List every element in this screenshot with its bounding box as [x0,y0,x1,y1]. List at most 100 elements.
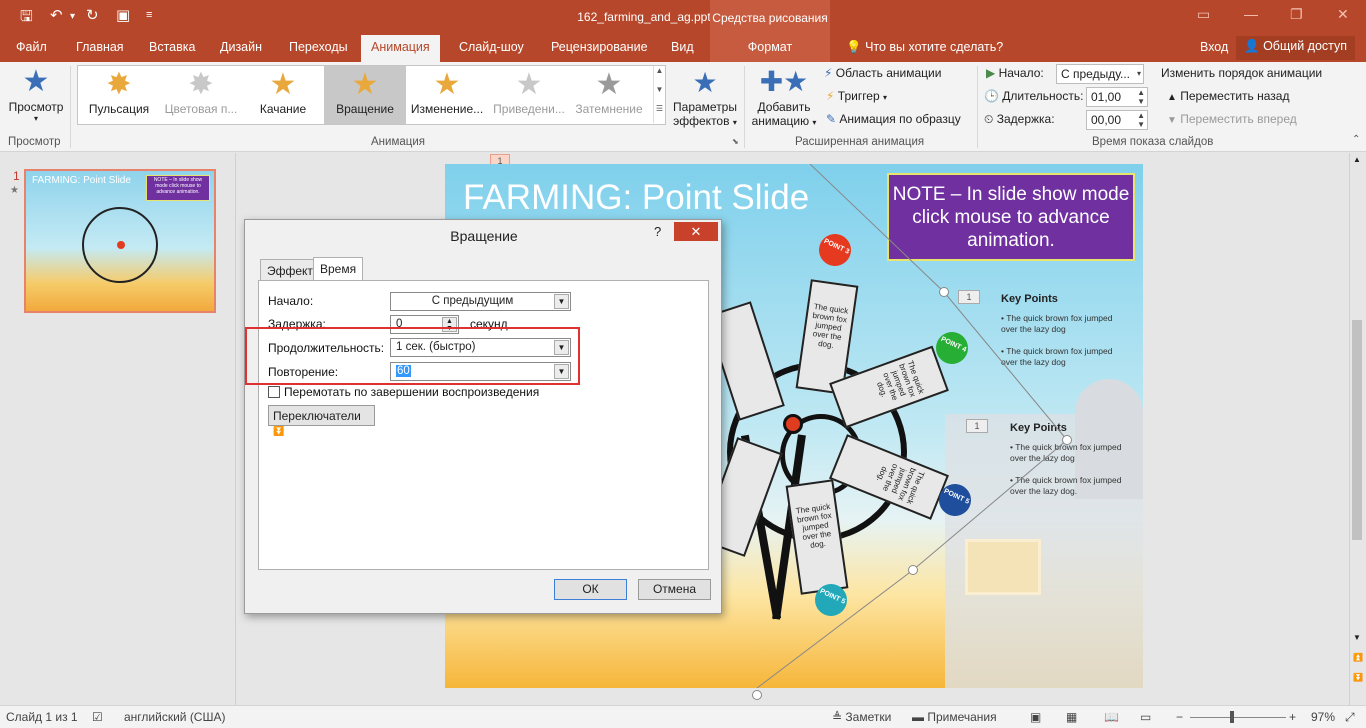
gallery-scroll-down[interactable]: ▼ [653,85,665,104]
scroll-down-icon[interactable]: ▼ [1353,633,1361,642]
reading-view-icon[interactable]: 📖 [1104,710,1119,724]
gallery-item-pulse[interactable]: ✸ Пульсация [78,66,160,124]
spell-check-icon[interactable]: ☑ [92,710,103,724]
slideshow-view-icon[interactable]: ▭ [1140,710,1151,724]
triggers-button[interactable]: Переключатели ⏬ [268,405,375,436]
gallery-label: Приведени... [493,102,565,116]
slide-thumbnail[interactable]: FARMING: Point Slide NOTE – In slide sho… [24,169,216,313]
tab-view[interactable]: Вид [671,40,694,54]
status-bar: Слайд 1 из 1 ☑ английский (США) ≜ Заметк… [0,705,1366,728]
gallery-scroll-up[interactable]: ▲ [653,66,665,85]
group-label-timing: Время показа слайдов [1092,136,1214,148]
tab-home[interactable]: Главная [76,40,124,54]
dialog-launcher-icon[interactable]: ⬊ [732,137,739,146]
divider [744,66,745,148]
duration-label: 🕒 Длительность: [984,89,1083,103]
zoom-out-icon[interactable]: − [1176,710,1183,724]
teeter-star-icon: ★ [269,68,297,101]
tab-review[interactable]: Рецензирование [551,40,648,54]
gallery-item-teeter[interactable]: ★ Качание [242,66,324,124]
cancel-button[interactable]: Отмена [638,579,711,600]
share-button[interactable]: 👤 Общий доступ [1236,36,1356,60]
animation-painter-button[interactable]: ✎ Анимация по образцу [826,112,961,126]
rewind-checkbox[interactable] [268,386,280,398]
tab-file[interactable]: Файл [16,40,47,54]
tab-animations[interactable]: Анимация [361,35,440,62]
start-select-value: С предыду... [1061,67,1131,81]
gallery-label: Качание [259,102,307,116]
double-chevron-down-icon: ⏬ [273,426,285,436]
dialog-title: Вращение [450,228,518,244]
effect-options-label: Параметры [673,100,737,114]
sign-in-link[interactable]: Вход [1200,40,1228,54]
comments-label: Примечания [927,710,997,724]
ribbon-display-icon[interactable]: ▭ [1197,6,1210,23]
divider [70,66,71,148]
tab-design[interactable]: Дизайн [220,40,262,54]
scroll-up-icon[interactable]: ▲ [1353,155,1361,164]
gallery-item-darken[interactable]: ★ Затемнение [570,66,648,124]
tab-transitions[interactable]: Переходы [289,40,348,54]
maximize-icon[interactable]: ❐ [1290,6,1303,23]
add-animation-label-2: анимацию [751,114,810,128]
tab-insert[interactable]: Вставка [149,40,195,54]
tab-effect[interactable]: Эффект [260,259,320,281]
ok-button[interactable]: ОК [554,579,627,600]
scrollbar-thumb[interactable] [1352,320,1362,540]
zoom-slider[interactable] [1190,717,1286,718]
start-select[interactable]: С предыдущим ▼ [390,292,571,311]
chevron-down-icon: ▾ [812,118,817,127]
grow-shrink-star-icon: ★ [433,68,461,101]
close-button[interactable]: ✕ [674,222,718,241]
tab-format[interactable]: Формат [710,34,830,62]
collapse-ribbon-icon[interactable]: ⌃ [1352,134,1360,145]
language[interactable]: английский (США) [124,710,225,724]
ribbon-tabs: Файл Главная Вставка Дизайн Переходы Ани… [0,34,1366,62]
close-window-icon[interactable]: ✕ [1337,6,1349,23]
minimize-icon[interactable]: — [1244,6,1258,22]
prev-slide-icon[interactable]: ⏫ [1353,653,1363,662]
animation-pane-button[interactable]: ⚡ Область анимации [824,66,941,80]
tab-slideshow[interactable]: Слайд-шоу [459,40,524,54]
title-bar: 🖫 ↶ ▾ ↻ ▣ ≡ 162_farming_and_ag.pptx - Po… [0,0,1366,34]
delay-label: ⏲ Задержка: [984,112,1055,127]
normal-view-icon[interactable]: ▣ [1030,710,1041,724]
gallery-label: Вращение [336,102,394,116]
spinner-arrows-icon: ▲ ▼ [1137,88,1145,106]
next-slide-icon[interactable]: ⏬ [1353,673,1363,682]
slide-info: Слайд 1 из 1 [6,710,78,724]
fit-to-window-icon[interactable]: ⤢ [1345,710,1355,725]
gallery-item-color-pulse[interactable]: ✸ Цветовая п... [160,66,242,124]
duration-spinner[interactable]: 01,00 ▲ ▼ [1086,87,1148,107]
arrow-down-icon: ▼ [1167,115,1177,126]
share-label: Общий доступ [1263,39,1348,53]
move-later-button[interactable]: ▼ Переместить вперед [1167,112,1297,126]
notes-button[interactable]: ≜ Заметки [832,710,891,724]
tell-me-box[interactable]: 💡 Что вы хотите сделать? [846,40,1003,55]
start-select[interactable]: С предыду... ▾ [1056,64,1144,84]
gallery-more[interactable]: ☰ [653,104,665,123]
painter-icon: ✎ [826,112,837,126]
delay-spinner[interactable]: 00,00 ▲ ▼ [1086,110,1148,130]
tell-me-text: Что вы хотите сделать? [865,40,1004,54]
gallery-item-spin[interactable]: ★ Вращение [324,66,406,124]
trigger-button[interactable]: ⚡ Триггер ▾ [826,89,887,103]
slide-sorter-icon[interactable]: ▦ [1066,710,1077,724]
zoom-level[interactable]: 97% [1311,710,1335,724]
effect-options-button[interactable]: ★ Параметры эффектов ▾ [671,66,739,128]
preview-button[interactable]: ★ Просмотр ▾ [5,64,67,123]
zoom-slider-thumb[interactable] [1230,711,1234,723]
contextual-group-label: Средства рисования [712,11,828,25]
clock-icon: 🕒 [984,89,999,103]
duration-value: 01,00 [1091,90,1122,104]
gallery-item-grow-shrink[interactable]: ★ Изменение... [406,66,488,124]
chevron-down-icon: ▼ [554,294,569,309]
help-button[interactable]: ? [654,224,661,239]
comments-button[interactable]: ▬ Примечания [912,710,997,724]
zoom-in-icon[interactable]: + [1289,710,1296,724]
add-animation-button[interactable]: ✚★ Добавить анимацию ▾ [749,64,819,128]
move-earlier-button[interactable]: ▲ Переместить назад [1167,89,1289,103]
gallery-item-desaturate[interactable]: ★ Приведени... [488,66,570,124]
resize-handle[interactable] [752,690,762,700]
tab-timing[interactable]: Время [313,257,364,282]
